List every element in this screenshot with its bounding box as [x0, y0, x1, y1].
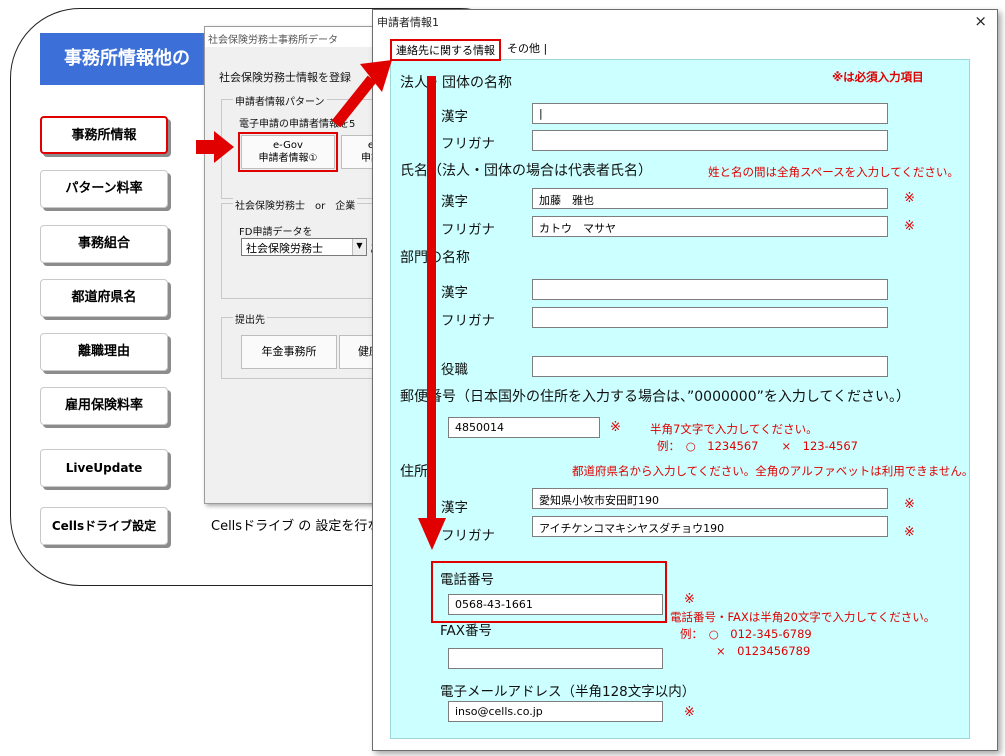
name-furigana-input[interactable]: カトウ マサヤ	[532, 216, 888, 237]
fax-label: FAX番号	[440, 623, 493, 639]
fd-applicant-select-value: 社会保険労務士	[246, 242, 323, 255]
name-furigana-label: フリガナ	[441, 222, 495, 238]
tab-other[interactable]: その他 |	[503, 39, 552, 61]
position-label: 役職	[441, 362, 468, 378]
fd-data-label: FD申請データを	[239, 227, 313, 238]
address-section: 住所	[400, 464, 428, 480]
office-data-heading: 社会保険労務士情報を登録	[219, 71, 351, 84]
address-kanji-required: ※	[904, 497, 915, 512]
postal-section: 郵便番号（日本国外の住所を入力する場合は、”0000000”を入力してください。…	[400, 389, 911, 405]
postal-note-1: 半角7文字で入力してください。	[650, 422, 818, 436]
org-name-section: 法人・団体の名称	[400, 75, 512, 91]
phone-required: ※	[684, 592, 695, 607]
pattern-rate-button[interactable]: パターン料率	[40, 170, 168, 208]
dept-kanji-input[interactable]	[532, 279, 888, 300]
office-info-button[interactable]: 事務所情報	[40, 116, 168, 154]
tab-contact-info[interactable]: 連絡先に関する情報	[390, 39, 501, 61]
office-data-form: 社会保険労務士事務所データ 社会保険労務士情報を登録 申請者情報パターン 電子申…	[204, 26, 380, 504]
address-furigana-label: フリガナ	[441, 528, 495, 544]
applicant-pattern-label: 申請者情報パターン	[233, 93, 327, 108]
email-required: ※	[684, 705, 695, 720]
fax-input[interactable]	[448, 648, 663, 669]
position-input[interactable]	[532, 356, 888, 377]
name-kanji-required: ※	[904, 191, 915, 206]
close-icon[interactable]: ×	[974, 12, 987, 30]
cells-drive-settings-button[interactable]: Cellsドライブ設定	[40, 507, 168, 545]
name-section: 氏名（法人・団体の場合は代表者氏名）	[400, 163, 652, 179]
postal-input[interactable]: 4850014	[448, 417, 600, 438]
liveupdate-button[interactable]: LiveUpdate	[40, 449, 168, 487]
phone-note-1: 電話番号・FAXは半角20文字で入力してください。	[670, 610, 936, 624]
org-kanji-input[interactable]: |	[532, 103, 888, 124]
dept-kanji-label: 漢字	[441, 285, 468, 301]
contact-info-panel: ※は必須入力項目 法人・団体の名称 漢字 | フリガナ 氏名（法人・団体の場合は…	[390, 59, 970, 739]
tab-separator: |	[543, 42, 548, 55]
union-button[interactable]: 事務組合	[40, 225, 168, 263]
address-note: 都道府県名から入力してください。全角のアルファベットは利用できません。	[572, 464, 970, 478]
address-kanji-input[interactable]: 愛知県小牧市安田町190	[532, 488, 888, 509]
name-furigana-required: ※	[904, 219, 915, 234]
phone-input[interactable]: 0568-43-1661	[448, 594, 663, 615]
address-kanji-label: 漢字	[441, 500, 468, 516]
resignation-reason-button[interactable]: 離職理由	[40, 333, 168, 371]
required-note: ※は必須入力項目	[832, 70, 924, 84]
applicant-pattern-text: 電子申請の申請者情報を5	[239, 119, 356, 130]
name-kanji-label: 漢字	[441, 194, 468, 210]
org-furigana-label: フリガナ	[441, 136, 495, 152]
dept-furigana-input[interactable]	[532, 307, 888, 328]
egov-button-highlight	[238, 132, 338, 172]
sharoushi-or-company-label: 社会保険労務士 or 企業	[233, 197, 358, 212]
cells-drive-caption: Cellsドライブ の 設定を行な	[211, 519, 381, 534]
chevron-down-icon: ▼	[352, 239, 366, 255]
name-note: 姓と名の間は全角スペースを入力してください。	[708, 165, 959, 179]
address-furigana-input[interactable]: アイチケンコマキシヤスダチョウ190	[532, 516, 888, 537]
phone-label: 電話番号	[440, 572, 494, 588]
phone-note-3: × 0123456789	[716, 644, 811, 658]
org-kanji-label: 漢字	[441, 109, 468, 125]
submission-target-label: 提出先	[233, 311, 267, 326]
dept-section: 部門の名称	[400, 250, 470, 266]
email-label: 電子メールアドレス（半角128文字以内）	[440, 684, 696, 700]
email-input[interactable]: inso@cells.co.jp	[448, 701, 663, 722]
pension-office-button[interactable]: 年金事務所	[241, 335, 337, 369]
tab-other-label: その他	[507, 42, 540, 55]
prefecture-button[interactable]: 都道府県名	[40, 279, 168, 317]
name-kanji-input[interactable]: 加藤 雅也	[532, 188, 888, 209]
employment-insurance-rate-button[interactable]: 雇用保険料率	[40, 387, 168, 425]
dialog-title: 申請者情報1	[377, 16, 439, 29]
office-data-form-title: 社会保険労務士事務所データ	[205, 27, 379, 47]
org-furigana-input[interactable]	[532, 130, 888, 151]
dept-furigana-label: フリガナ	[441, 313, 495, 329]
address-furigana-required: ※	[904, 525, 915, 540]
main-header: 事務所情報他の	[40, 33, 220, 85]
applicant-info-dialog: 申請者情報1 × 連絡先に関する情報 その他 | ※は必須入力項目 法人・団体の…	[372, 9, 998, 751]
phone-note-2: 例： ○ 012-345-6789	[680, 627, 812, 641]
postal-note-2: 例： ○ 1234567 × 123-4567	[657, 439, 859, 453]
postal-required: ※	[610, 420, 621, 435]
fd-applicant-select[interactable]: 社会保険労務士 ▼	[241, 238, 367, 256]
